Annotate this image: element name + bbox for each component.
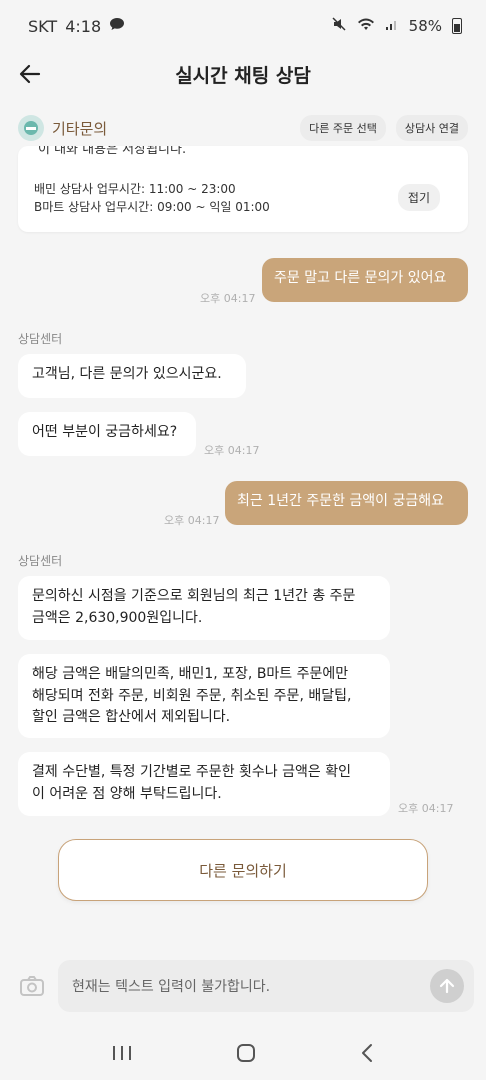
notice-hours-baemin: 배민 상담사 업무시간: 11:00 ~ 23:00 [34, 182, 236, 196]
message-text-line: 해당되며 전화 주문, 비회원 주문, 취소된 주문, 배달팁, [32, 687, 352, 704]
carrier-label: SKT [28, 16, 58, 36]
battery-percent: 58% [408, 17, 442, 35]
message-text-line: 할인 금액은 합산에서 제외됩니다. [32, 709, 231, 726]
message-text: 고객님, 다른 문의가 있으시군요. [32, 366, 222, 382]
send-button[interactable] [430, 969, 464, 1003]
message-text: 최근 1년간 주문한 금액이 궁금해요 [237, 493, 445, 509]
connect-agent-button[interactable]: 상담사 연결 [395, 115, 468, 141]
message-bubble-outgoing: 최근 1년간 주문한 금액이 궁금해요 [225, 481, 468, 525]
chat-notification-icon [109, 17, 125, 35]
message-bubble-incoming: 어떤 부분이 궁금하세요? [18, 412, 196, 456]
message-bubble-incoming: 문의하신 시점을 기준으로 회원님의 최근 1년간 총 주문 금액은 2,630… [18, 576, 390, 640]
message-bubble-incoming: 결제 수단별, 특정 기간별로 주문한 횟수나 금액은 확인 이 어려운 점 양… [18, 752, 390, 816]
message-text-line: 결제 수단별, 특정 기간별로 주문한 횟수나 금액은 확인 [32, 764, 351, 780]
avatar [18, 115, 44, 141]
select-other-order-button[interactable]: 다른 주문 선택 [300, 115, 386, 141]
message-text-line: 이 어려운 점 양해 부탁드립니다. [32, 785, 222, 802]
app-header: 실시간 채팅 상담 [0, 52, 486, 96]
other-inquiry-button[interactable]: 다른 문의하기 [58, 839, 428, 901]
timestamp: 오후 04:17 [164, 514, 220, 527]
sender-label: 상담센터 [18, 554, 63, 568]
back-arrow-icon [19, 64, 41, 84]
timestamp: 오후 04:17 [200, 292, 256, 305]
message-input-row: 현재는 텍스트 입력이 불가합니다. [0, 960, 486, 1012]
message-bubble-outgoing: 주문 말고 다른 문의가 있어요 [262, 258, 468, 302]
status-bar: SKT 4:18 58% [0, 0, 486, 52]
fold-button[interactable]: 접기 [397, 184, 440, 211]
signal-icon [385, 17, 399, 35]
message-bubble-incoming: 해당 금액은 배달의민족, 배민1, 포장, B마트 주문에만 해당되며 전화 … [18, 654, 390, 738]
notice-card: 이 대화 내용은 저장됩니다. 배민 상담사 업무시간: 11:00 ~ 23:… [18, 146, 468, 232]
chat-topic-bar: 기타문의 다른 주문 선택 상담사 연결 [0, 108, 486, 148]
message-text-line: 금액은 2,630,900원입니다. [32, 609, 203, 626]
message-text: 어떤 부분이 궁금하세요? [32, 424, 178, 440]
timestamp: 오후 04:17 [204, 444, 260, 457]
wifi-icon [357, 17, 375, 35]
clock: 4:18 [65, 16, 102, 36]
notice-clipped-text: 이 대화 내용은 저장됩니다. [38, 146, 187, 157]
message-text-line: 해당 금액은 배달의민족, 배민1, 포장, B마트 주문에만 [32, 666, 349, 682]
camera-icon[interactable] [18, 972, 46, 1000]
recent-apps-icon[interactable] [111, 1043, 133, 1067]
message-text: 주문 말고 다른 문의가 있어요 [274, 270, 447, 286]
system-nav-bar [0, 1030, 486, 1080]
notice-hours-bmart: B마트 상담사 업무시간: 09:00 ~ 익일 01:00 [34, 200, 270, 214]
topic-title: 기타문의 [52, 119, 108, 138]
page-title: 실시간 채팅 상담 [175, 64, 311, 87]
mute-icon [331, 16, 347, 36]
message-input[interactable]: 현재는 텍스트 입력이 불가합니다. [58, 960, 474, 1012]
message-bubble-incoming: 고객님, 다른 문의가 있으시군요. [18, 354, 246, 398]
sender-label: 상담센터 [18, 332, 63, 346]
back-nav-icon[interactable] [359, 1042, 375, 1068]
timestamp: 오후 04:17 [398, 802, 454, 815]
home-icon[interactable] [235, 1042, 257, 1068]
helmet-icon [24, 121, 38, 135]
battery-icon [452, 18, 462, 34]
message-text-line: 문의하신 시점을 기준으로 회원님의 최근 1년간 총 주문 [32, 588, 356, 604]
other-inquiry-label: 다른 문의하기 [199, 861, 287, 880]
arrow-up-icon [439, 978, 455, 994]
input-placeholder: 현재는 텍스트 입력이 불가합니다. [72, 979, 271, 995]
back-button[interactable] [14, 58, 46, 90]
